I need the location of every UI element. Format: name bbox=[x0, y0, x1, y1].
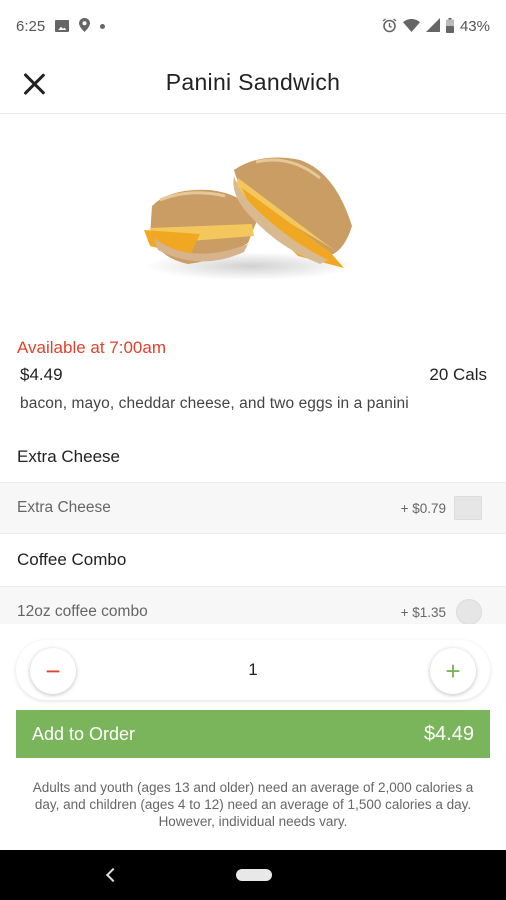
product-description: bacon, mayo, cheddar cheese, and two egg… bbox=[20, 395, 409, 412]
status-right: 43% bbox=[382, 17, 490, 35]
calorie-disclaimer: Adults and youth (ages 13 and older) nee… bbox=[32, 780, 474, 829]
coffee-combo-radio[interactable] bbox=[456, 599, 482, 625]
alarm-icon bbox=[382, 17, 397, 35]
option-price: + $0.79 bbox=[400, 500, 446, 516]
add-to-order-price: $4.49 bbox=[423, 722, 474, 745]
page-title: Panini Sandwich bbox=[165, 69, 341, 95]
close-icon[interactable] bbox=[18, 68, 50, 100]
status-left: 6:25 bbox=[16, 17, 106, 35]
extra-cheese-checkbox[interactable] bbox=[454, 496, 482, 520]
battery-percent: 43% bbox=[459, 17, 490, 35]
option-label: Extra Cheese bbox=[17, 499, 111, 516]
status-bar: 6:25 43% bbox=[0, 0, 506, 52]
product-calories: 20 Cals bbox=[429, 365, 487, 384]
product-image bbox=[130, 148, 370, 284]
option-extra-cheese[interactable]: Extra Cheese + $0.79 bbox=[0, 482, 506, 534]
back-icon[interactable] bbox=[100, 862, 122, 888]
notification-dot-icon bbox=[100, 23, 106, 29]
signal-icon bbox=[425, 18, 440, 34]
product-price: $4.49 bbox=[20, 365, 63, 384]
section-header-coffee-combo: Coffee Combo bbox=[0, 535, 506, 585]
plus-icon[interactable]: + bbox=[430, 648, 476, 694]
header: Panini Sandwich bbox=[0, 52, 506, 114]
home-pill-icon[interactable] bbox=[236, 869, 272, 881]
availability-text: Available at 7:00am bbox=[17, 338, 167, 357]
wifi-icon bbox=[402, 18, 420, 34]
status-time: 6:25 bbox=[16, 17, 46, 35]
battery-icon bbox=[445, 17, 454, 35]
option-label: 12oz coffee combo bbox=[17, 603, 148, 620]
add-to-order-button[interactable]: Add to Order $4.49 bbox=[16, 710, 490, 758]
add-to-order-label: Add to Order bbox=[32, 723, 136, 744]
navigation-bar bbox=[0, 850, 506, 900]
quantity-value: 1 bbox=[248, 660, 258, 679]
image-icon bbox=[55, 20, 70, 32]
bottom-panel: − 1 + Add to Order $4.49 Adults and yout… bbox=[0, 624, 506, 850]
quantity-stepper: − 1 + bbox=[16, 640, 490, 700]
section-header-extra-cheese: Extra Cheese bbox=[0, 432, 506, 482]
option-price: + $1.35 bbox=[400, 604, 446, 620]
location-icon bbox=[79, 18, 91, 34]
